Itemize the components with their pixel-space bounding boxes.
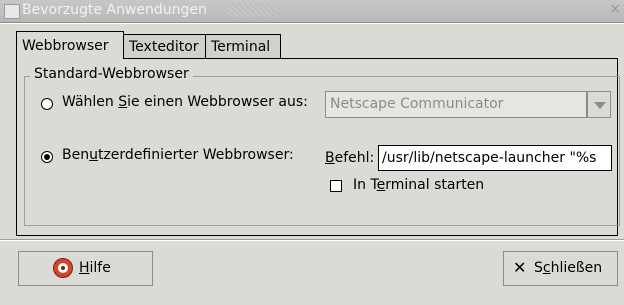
help-button-label: Hilfe xyxy=(79,260,111,276)
window-menu-icon[interactable] xyxy=(4,4,20,19)
tab-label: Webbrowser xyxy=(22,38,109,54)
help-button[interactable]: Hilfe xyxy=(18,251,153,286)
browser-select[interactable]: Netscape Communicator xyxy=(325,91,587,118)
lifebuoy-icon xyxy=(53,258,73,278)
command-value: /usr/lib/netscape-launcher "%s xyxy=(382,150,597,166)
window-title: Bevorzugte Anwendungen xyxy=(22,2,207,18)
dialog-edge xyxy=(0,23,624,24)
frame-label: Standard-Webbrowser xyxy=(30,66,193,82)
browser-select-dropdown-button[interactable] xyxy=(587,91,611,118)
window-close-icon[interactable]: × xyxy=(609,1,621,17)
terminal-checkbox-label[interactable]: In Terminal starten xyxy=(353,177,484,193)
tab-webbrowser[interactable]: Webbrowser xyxy=(16,31,124,59)
browser-select-value: Netscape Communicator xyxy=(330,96,504,112)
select-browser-label[interactable]: Wählen Sie einen Webbrowser aus: xyxy=(62,94,308,110)
tab-texteditor[interactable]: Texteditor xyxy=(123,34,206,58)
custom-browser-radio[interactable] xyxy=(41,151,53,163)
close-button-label: Schließen xyxy=(534,260,603,276)
close-button[interactable]: ✕ Schließen xyxy=(503,251,618,286)
separator-highlight xyxy=(0,240,624,241)
command-input[interactable]: /usr/lib/netscape-launcher "%s xyxy=(378,145,612,171)
tab-label: Texteditor xyxy=(129,39,199,55)
terminal-checkbox[interactable] xyxy=(330,180,342,192)
custom-browser-label[interactable]: Benutzerdefinierter Webbrowser: xyxy=(62,147,294,163)
close-x-icon: ✕ xyxy=(513,258,527,277)
tab-terminal[interactable]: Terminal xyxy=(205,34,281,58)
title-bar[interactable]: Bevorzugte Anwendungen × xyxy=(0,0,624,23)
command-label: Befehl: xyxy=(325,150,375,166)
tab-label: Terminal xyxy=(211,39,271,55)
title-decoration xyxy=(228,3,278,17)
select-browser-radio[interactable] xyxy=(41,98,53,110)
